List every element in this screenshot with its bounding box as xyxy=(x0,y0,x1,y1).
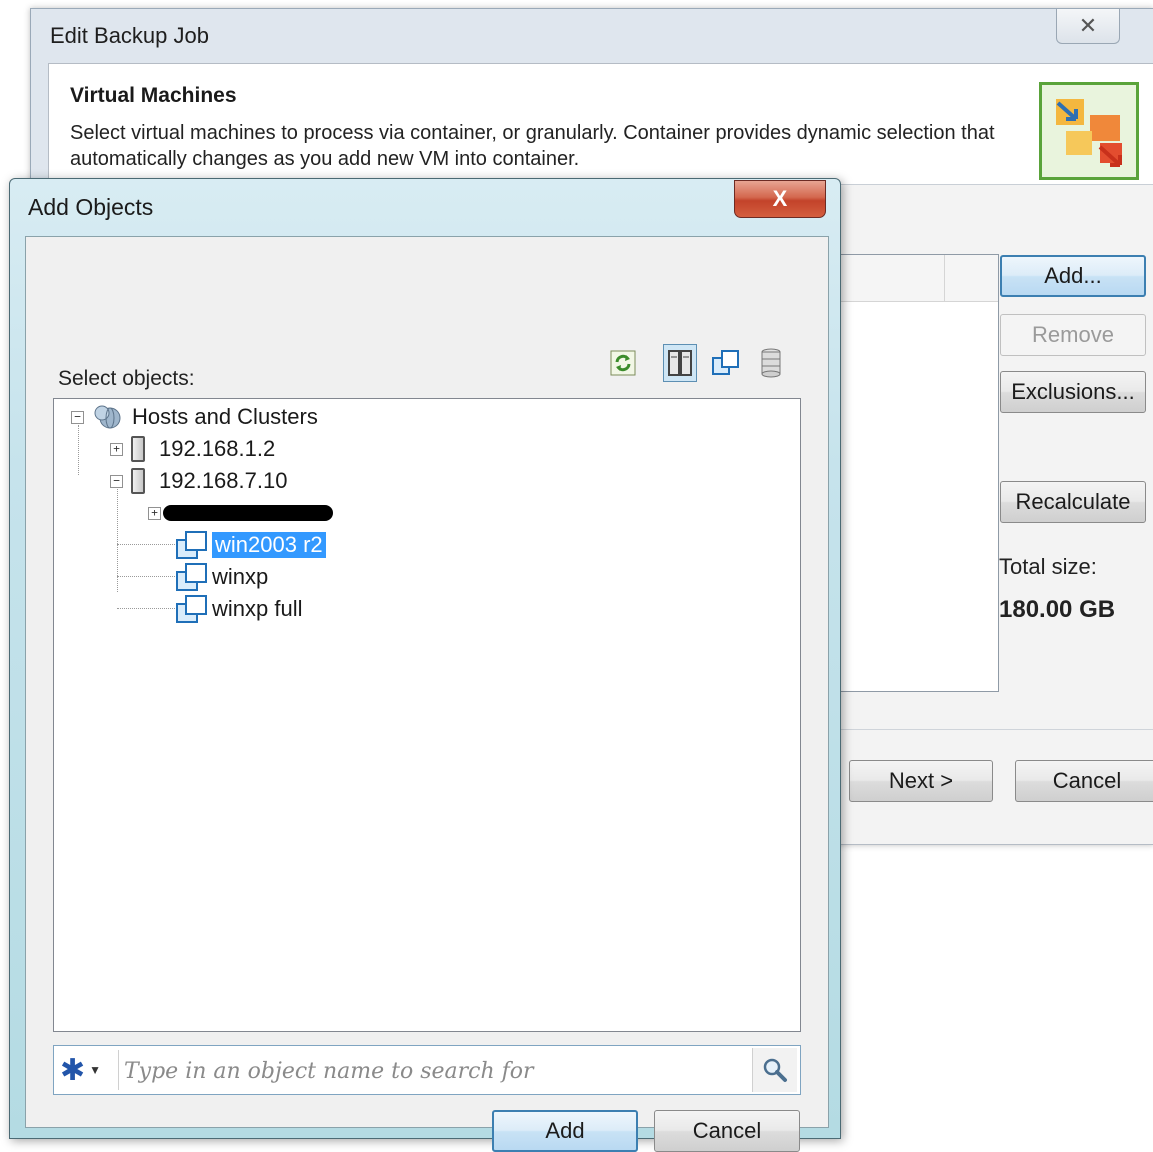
remove-button[interactable]: Remove xyxy=(1000,314,1146,356)
window-title: Edit Backup Job xyxy=(50,23,209,48)
page-description: Select virtual machines to process via c… xyxy=(70,122,995,170)
search-icon xyxy=(763,1058,787,1082)
tree-item-label: winxp full xyxy=(212,596,303,621)
backup-job-icon xyxy=(1039,82,1139,180)
redacted-label xyxy=(163,505,333,521)
virtual-machine-icon xyxy=(176,531,207,559)
expand-icon[interactable]: + xyxy=(148,506,161,520)
dialog-close-button[interactable]: X xyxy=(734,180,826,218)
tree-vm-item[interactable]: win2003 r2 xyxy=(176,531,326,559)
collapse-icon[interactable]: − xyxy=(71,410,84,424)
dialog-title: Add Objects xyxy=(28,194,154,220)
tree-item-label: 192.168.1.2 xyxy=(159,436,276,461)
datastores-view-button[interactable] xyxy=(754,344,788,382)
total-size-label: Total size: xyxy=(999,554,1097,579)
tree-connector xyxy=(117,576,177,577)
search-button[interactable] xyxy=(752,1048,797,1092)
tree-vm-item[interactable]: winxp full xyxy=(176,595,302,623)
list-header xyxy=(840,255,998,302)
objects-list[interactable] xyxy=(839,254,999,692)
search-divider xyxy=(118,1050,119,1090)
tree-vm-item[interactable]: winxp xyxy=(176,563,268,591)
tree-connector xyxy=(117,544,177,545)
server-icon xyxy=(131,468,145,494)
tree-root-hosts-and-clusters[interactable]: − Hosts and Clusters xyxy=(71,403,318,431)
close-icon: X xyxy=(772,186,788,211)
datastores-view-icon xyxy=(761,348,781,378)
tree-host-item[interactable]: − 192.168.7.10 xyxy=(110,467,287,495)
tree-item-label: Hosts and Clusters xyxy=(132,404,318,429)
dialog-add-button[interactable]: Add xyxy=(492,1110,638,1152)
tree-connector xyxy=(117,608,177,609)
expand-icon[interactable]: + xyxy=(110,442,123,456)
dialog-client-area: Select objects: − Hosts and Clusters + 1… xyxy=(25,236,829,1152)
hosts-and-clusters-view-icon xyxy=(668,350,692,376)
add-objects-dialog: Add Objects X Select objects: − Hosts an… xyxy=(9,178,841,1152)
dialog-cancel-button[interactable]: Cancel xyxy=(654,1110,800,1152)
cancel-button[interactable]: Cancel xyxy=(1015,760,1153,802)
server-icon xyxy=(131,436,145,462)
virtual-machine-icon xyxy=(176,595,207,623)
exclusions-button[interactable]: Exclusions... xyxy=(1000,371,1146,413)
search-box: ✱ ▼ xyxy=(53,1045,801,1095)
select-objects-label: Select objects: xyxy=(58,367,195,390)
object-tree[interactable]: − Hosts and Clusters + 192.168.1.2 − 192… xyxy=(53,398,801,1032)
chevron-down-icon: ▼ xyxy=(89,1063,102,1077)
tree-item-label: win2003 r2 xyxy=(212,532,326,558)
refresh-icon xyxy=(610,350,636,376)
vms-and-templates-view-button[interactable] xyxy=(709,344,743,382)
refresh-button[interactable] xyxy=(606,344,640,382)
tree-host-item[interactable]: + 192.168.1.2 xyxy=(110,435,275,463)
recalculate-button[interactable]: Recalculate xyxy=(1000,481,1146,523)
globe-icon xyxy=(94,405,121,429)
column-divider xyxy=(944,255,945,301)
tree-connector xyxy=(78,425,79,475)
wizard-header: Virtual Machines Select virtual machines… xyxy=(49,64,1153,185)
page-title: Virtual Machines xyxy=(70,84,237,107)
search-scope-dropdown[interactable]: ✱ ▼ xyxy=(60,1053,114,1087)
next-button[interactable]: Next > xyxy=(849,760,993,802)
vms-and-templates-view-icon xyxy=(712,350,739,375)
tree-redacted-item[interactable]: + xyxy=(148,499,333,527)
asterisk-icon: ✱ xyxy=(60,1053,86,1087)
close-button[interactable]: ✕ xyxy=(1056,9,1120,44)
hosts-and-clusters-view-button[interactable] xyxy=(663,344,697,382)
close-icon: ✕ xyxy=(1078,13,1098,38)
search-input[interactable] xyxy=(122,1050,752,1092)
add-button[interactable]: Add... xyxy=(1000,255,1146,297)
virtual-machine-icon xyxy=(176,563,207,591)
collapse-icon[interactable]: − xyxy=(110,474,123,488)
tree-item-label: winxp xyxy=(212,564,269,589)
total-size-value: 180.00 GB xyxy=(999,596,1116,623)
tree-item-label: 192.168.7.10 xyxy=(159,468,288,493)
